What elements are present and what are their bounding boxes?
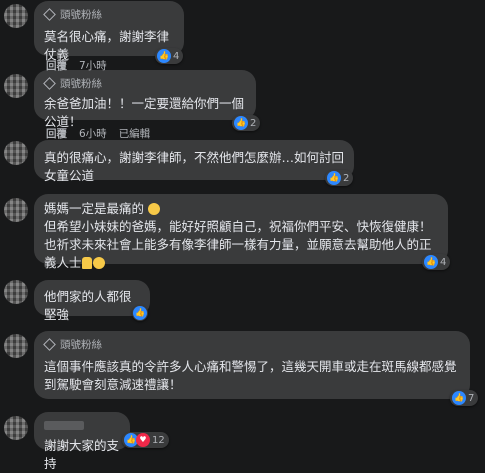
like-icon: 👍 (133, 306, 147, 320)
avatar[interactable] (4, 141, 28, 165)
reaction-count[interactable]: 👍 ♥ 12 (122, 432, 169, 448)
comment-bubble: 謝謝大家的支持 (34, 412, 130, 471)
avatar[interactable] (4, 198, 28, 222)
like-icon: 👍 (327, 171, 341, 185)
reaction-icon[interactable]: 👍 (132, 305, 148, 321)
heart-icon: ♥ (136, 433, 150, 447)
top-fan-badge: 頭號粉絲 (43, 76, 246, 91)
avatar[interactable] (4, 334, 28, 358)
comment-actions: 回覆 7小時 (46, 58, 107, 73)
comment-text: 也祈求未來社會上能多有像李律師一樣有力量，並願意去幫助他人的正義人士 (44, 237, 432, 270)
avatar[interactable] (4, 74, 28, 98)
top-fan-badge: 頭號粉絲 (43, 337, 460, 352)
reaction-count[interactable]: 👍 4 (155, 48, 184, 64)
smile-emoji (92, 257, 105, 269)
like-icon: 👍 (424, 255, 438, 269)
comment-text: 但希望小妹妹的爸媽，能好好照顧自己，祝福你們平安、快恢復健康！ (44, 219, 432, 234)
timestamp[interactable]: 6小時 (79, 126, 107, 141)
comment-bubble: 媽媽一定是最痛的 但希望小妹妹的爸媽，能好好照顧自己，祝福你們平安、快恢復健康！… (34, 194, 448, 270)
pray-emoji (81, 257, 92, 269)
avatar[interactable] (4, 280, 28, 304)
reply-link[interactable]: 回覆 (46, 58, 67, 73)
sad-face-emoji (148, 203, 160, 215)
comment-actions: 回覆 6小時 已編輯 (46, 126, 150, 141)
diamond-icon (43, 8, 56, 21)
reaction-count[interactable]: 👍 7 (450, 390, 479, 406)
like-icon: 👍 (452, 391, 466, 405)
comment-text: 真的很痛心，謝謝李律師，不然他們怎麼辦…如何討回女童公道 (44, 150, 345, 183)
comment-text: 他們家的人都很堅強 (44, 289, 132, 322)
reply-link[interactable]: 回覆 (46, 126, 67, 141)
like-icon: 👍 (234, 116, 248, 130)
comment-bubble: 真的很痛心，謝謝李律師，不然他們怎麼辦…如何討回女童公道 (34, 140, 354, 183)
avatar[interactable] (4, 4, 28, 28)
comment-bubble: 頭號粉絲 余爸爸加油！！一定要還給你們一個公道！ (34, 70, 256, 129)
diamond-icon (43, 338, 56, 351)
avatar[interactable] (4, 416, 28, 440)
comment-text: 謝謝大家的支持 (44, 438, 120, 471)
diamond-icon (43, 77, 56, 90)
comment-text: 媽媽一定是最痛的 (44, 200, 438, 218)
reaction-count[interactable]: 👍 4 (422, 254, 451, 270)
author-name[interactable] (44, 421, 84, 430)
comment-text: 這個事件應該真的令許多人心痛和警惕了，這幾天開車或走在斑馬線都感覺到駕駛會刻意減… (44, 359, 457, 392)
comment-bubble: 頭號粉絲 這個事件應該真的令許多人心痛和警惕了，這幾天開車或走在斑馬線都感覺到駕… (34, 331, 470, 399)
reaction-count[interactable]: 👍 2 (325, 170, 354, 186)
top-fan-badge: 頭號粉絲 (43, 7, 174, 22)
timestamp[interactable]: 7小時 (79, 58, 107, 73)
like-icon: 👍 (157, 49, 171, 63)
edited-label: 已編輯 (118, 128, 151, 140)
reaction-count[interactable]: 👍 2 (232, 115, 261, 131)
